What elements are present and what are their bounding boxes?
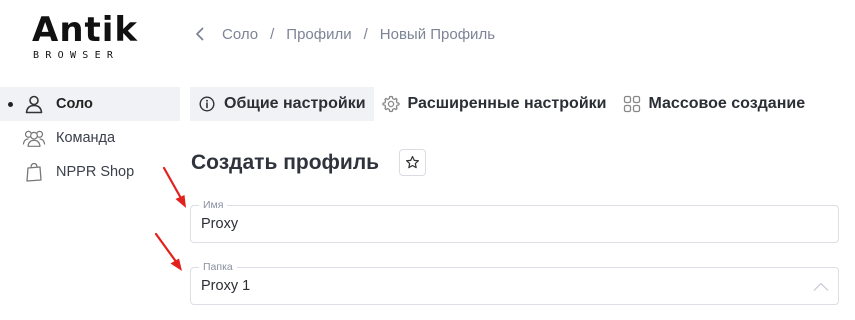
sidebar-item-solo[interactable]: Соло [0, 87, 180, 121]
shopping-bag-icon [22, 160, 46, 184]
back-button[interactable] [190, 24, 210, 44]
folder-select-label: Папка [199, 261, 237, 273]
tab-bulk-creation[interactable]: Массовое создание [615, 87, 814, 121]
app-logo: Antik BROWSER [30, 12, 145, 62]
annotation-arrow-folder [154, 232, 182, 271]
gear-icon [381, 95, 400, 113]
breadcrumb-profiles[interactable]: Профили [286, 26, 351, 43]
logo-wordmark: Antik [32, 10, 139, 50]
sidebar-item-team[interactable]: Команда [0, 121, 180, 155]
star-icon [405, 155, 420, 169]
grid-icon [623, 95, 641, 113]
breadcrumb: Соло / Профили / Новый Профиль [190, 24, 495, 44]
name-field-value[interactable]: Proxy [201, 216, 238, 233]
tab-label: Расширенные настройки [407, 95, 607, 112]
info-icon [198, 95, 216, 113]
folder-select-value[interactable]: Proxy 1 [201, 278, 250, 295]
sidebar-item-label: Соло [56, 96, 93, 112]
sidebar-item-label: NPPR Shop [56, 164, 135, 180]
tab-label: Общие настройки [224, 95, 366, 112]
chevron-left-icon [196, 27, 204, 41]
breadcrumb-solo[interactable]: Соло [222, 26, 258, 43]
team-icon [22, 126, 46, 150]
name-field[interactable]: Имя Proxy [190, 199, 839, 243]
logo-subtitle: BROWSER [33, 50, 120, 61]
tab-advanced-settings[interactable]: Расширенные настройки [374, 87, 615, 121]
breadcrumb-separator: / [363, 25, 368, 43]
settings-tabs: Общие настройки Расширенные настройки Ма… [190, 87, 813, 121]
page-title: Создать профиль [191, 151, 380, 174]
favorite-button[interactable] [399, 149, 426, 176]
active-indicator-dot [8, 102, 13, 107]
annotation-arrow-name [162, 166, 186, 208]
sidebar-item-nppr-shop[interactable]: NPPR Shop [0, 155, 180, 189]
breadcrumb-separator: / [270, 25, 275, 43]
folder-select[interactable]: Папка Proxy 1 [190, 261, 839, 305]
breadcrumb-new-profile: Новый Профиль [379, 25, 496, 43]
chevron-up-icon[interactable] [812, 278, 830, 296]
tab-general-settings[interactable]: Общие настройки [190, 87, 374, 121]
sidebar: Соло Команда NPPR Shop [0, 87, 180, 189]
sidebar-item-label: Команда [56, 130, 116, 146]
tab-label: Массовое создание [648, 95, 806, 112]
name-field-label: Имя [199, 199, 228, 211]
user-icon [22, 92, 46, 116]
